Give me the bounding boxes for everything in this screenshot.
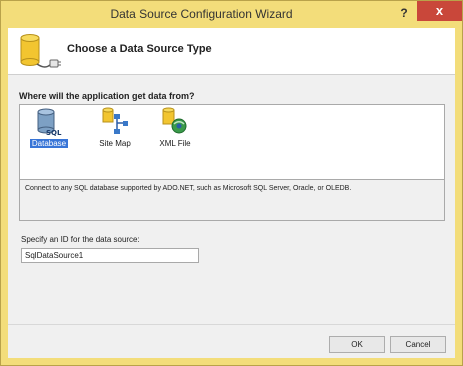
xml-file-icon <box>151 107 199 137</box>
footer-divider <box>8 324 455 325</box>
description-text: Connect to any SQL database supported by… <box>25 185 352 192</box>
wizard-header: Choose a Data Source Type <box>8 28 455 75</box>
cancel-button[interactable]: Cancel <box>390 336 446 353</box>
database-plug-icon <box>17 32 61 73</box>
type-option-database[interactable]: SQL Database <box>25 107 73 149</box>
wizard-window: Data Source Configuration Wizard ? x Cho… <box>0 0 463 366</box>
window-title: Data Source Configuration Wizard <box>110 7 293 21</box>
site-map-icon <box>91 107 139 137</box>
type-label: XML File <box>159 139 191 148</box>
data-source-id-input[interactable] <box>21 248 199 263</box>
sql-database-icon: SQL <box>25 107 73 137</box>
help-button[interactable]: ? <box>396 4 412 22</box>
type-option-site-map[interactable]: Site Map <box>91 107 139 149</box>
dialog-body: Choose a Data Source Type Where will the… <box>8 28 455 358</box>
data-source-type-list: SQL Database Site Map XML File <box>19 104 445 180</box>
type-label: Database <box>29 139 69 148</box>
data-source-question: Where will the application get data from… <box>19 91 195 101</box>
close-button[interactable]: x <box>417 1 462 21</box>
description-box: Connect to any SQL database supported by… <box>19 179 445 221</box>
svg-text:SQL: SQL <box>46 129 62 137</box>
id-field-label: Specify an ID for the data source: <box>21 235 140 244</box>
ok-button[interactable]: OK <box>329 336 385 353</box>
page-title: Choose a Data Source Type <box>67 43 212 55</box>
type-option-xml-file[interactable]: XML File <box>151 107 199 149</box>
type-label: Site Map <box>99 139 131 148</box>
title-bar[interactable]: Data Source Configuration Wizard ? x <box>1 1 462 28</box>
